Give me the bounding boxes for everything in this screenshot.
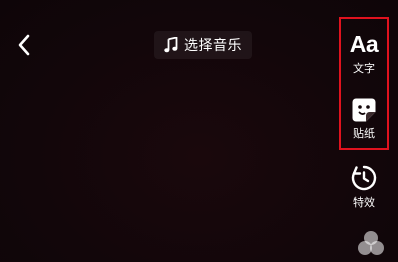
effects-timer-icon <box>351 165 377 191</box>
text-tool-button[interactable]: Aa 文字 <box>341 30 387 75</box>
filter-tool-button[interactable] <box>357 230 385 258</box>
music-note-icon <box>164 37 178 53</box>
text-icon: Aa <box>349 31 379 57</box>
chevron-left-icon <box>18 34 30 56</box>
filter-circles-icon <box>358 231 384 255</box>
camera-preview: 选择音乐 Aa 文字 贴纸 特效 <box>0 0 398 261</box>
effects-tool-button[interactable]: 特效 <box>341 164 387 209</box>
back-button[interactable] <box>12 32 36 58</box>
sticker-icon <box>352 98 376 122</box>
effects-tool-label: 特效 <box>353 196 375 209</box>
text-tool-label: 文字 <box>353 62 375 75</box>
sticker-tool-label: 贴纸 <box>353 127 375 140</box>
sticker-tool-button[interactable]: 贴纸 <box>341 97 387 140</box>
select-music-button[interactable]: 选择音乐 <box>154 31 252 59</box>
select-music-label: 选择音乐 <box>184 38 242 54</box>
